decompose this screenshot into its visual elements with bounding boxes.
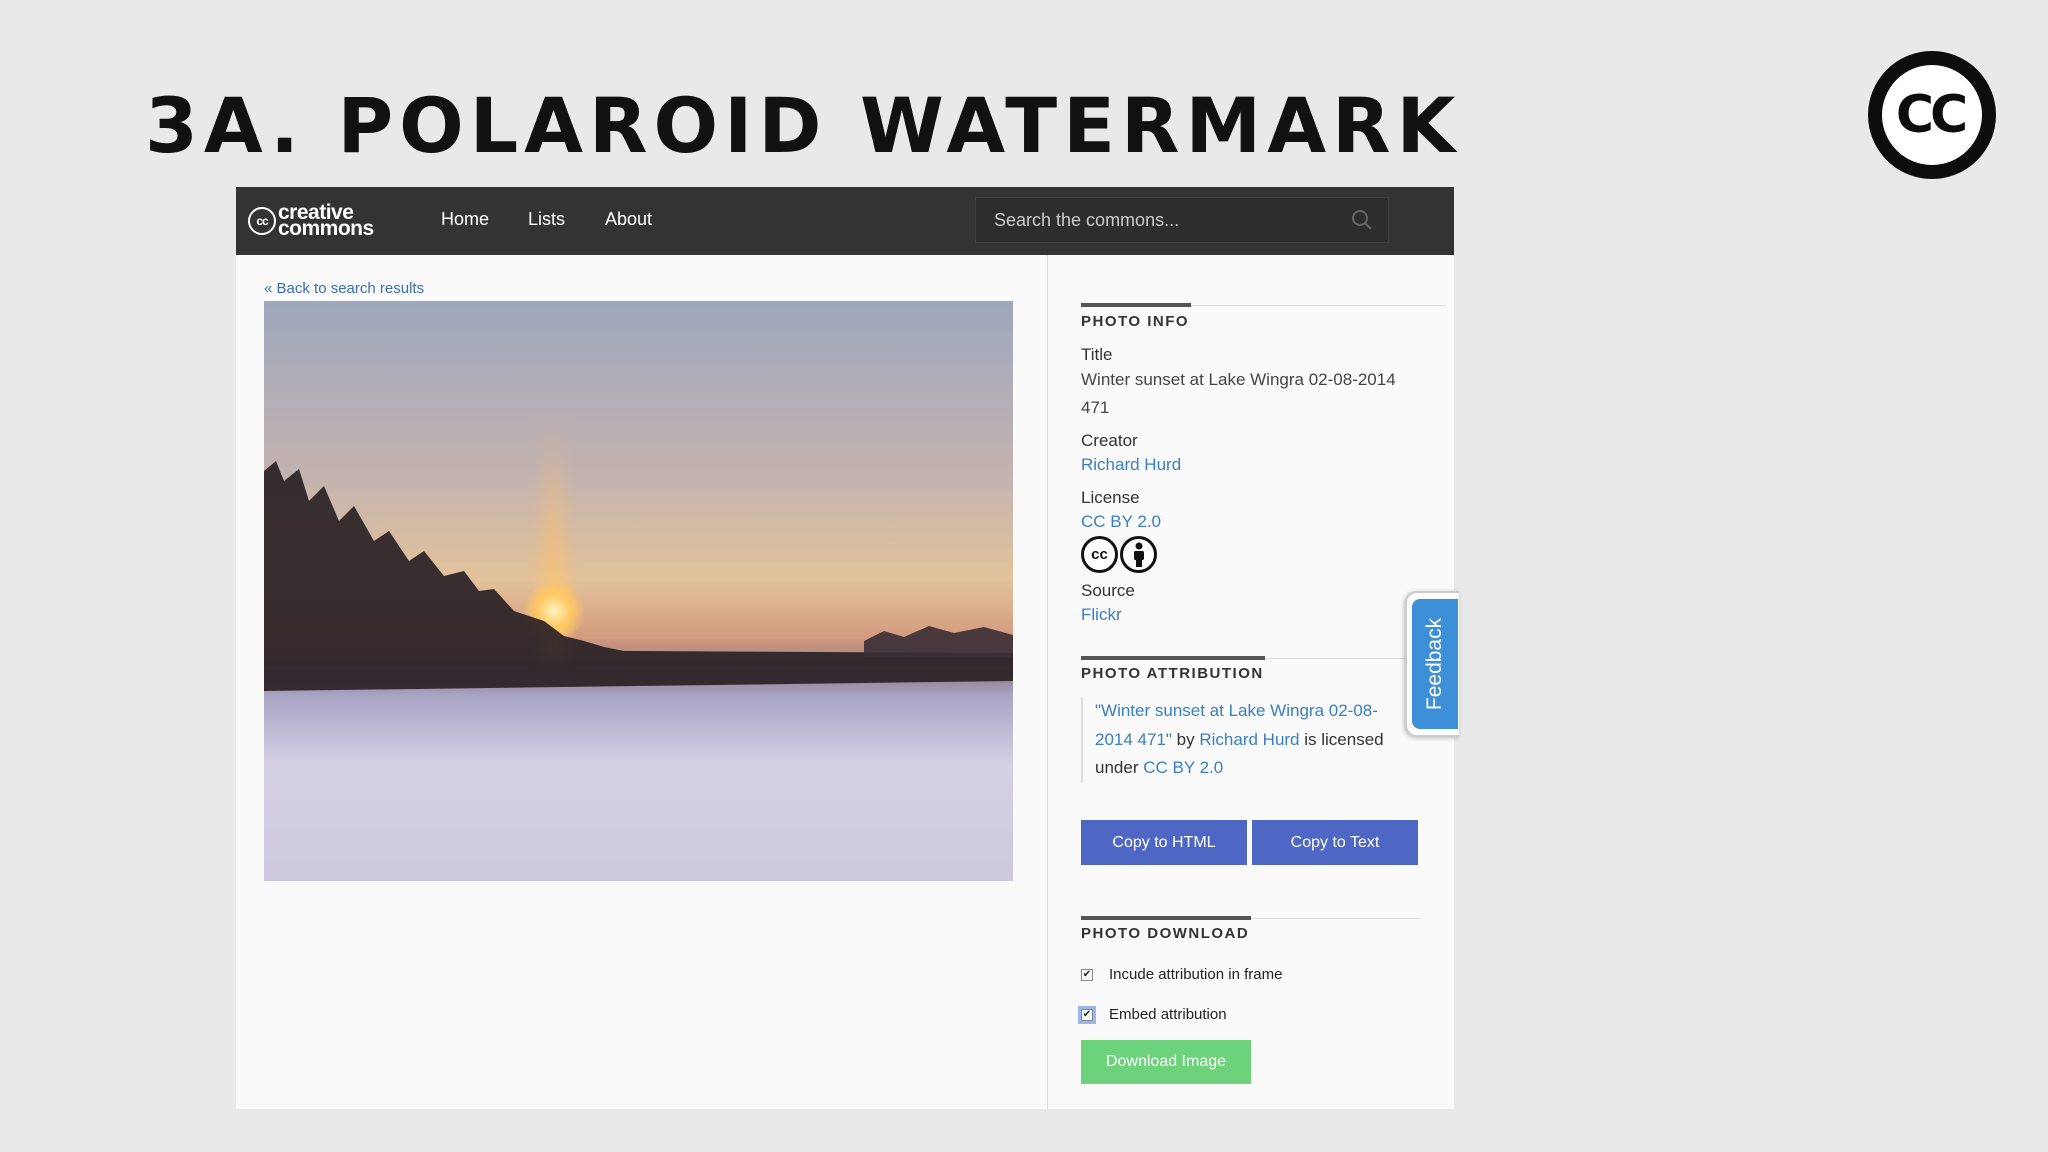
browser-viewport: cc creative commons Home Lists About « B… <box>236 187 1454 1109</box>
search-input[interactable] <box>976 198 1336 242</box>
by-attribution-icon <box>1120 536 1157 573</box>
back-to-results-link[interactable]: « Back to search results <box>264 280 424 297</box>
search-box <box>975 197 1389 243</box>
download-image-button[interactable]: Download Image <box>1081 1040 1251 1084</box>
embed-attribution-checkbox[interactable]: ✔ <box>1081 1008 1093 1021</box>
attribution-creator-link[interactable]: Richard Hurd <box>1199 730 1299 749</box>
photo-info-heading: PHOTO INFO <box>1081 313 1190 330</box>
include-attribution-label: Incude attribution in frame <box>1109 966 1283 983</box>
include-attribution-checkbox[interactable]: ✔ <box>1081 968 1093 981</box>
navbar: cc creative commons Home Lists About <box>236 187 1454 255</box>
photo-download-rule-accent <box>1081 916 1251 920</box>
creator-link[interactable]: Richard Hurd <box>1081 455 1181 475</box>
photo-download-heading: PHOTO DOWNLOAD <box>1081 925 1250 942</box>
nav-lists[interactable]: Lists <box>528 209 565 230</box>
photo-attribution-rule-accent <box>1081 656 1265 660</box>
creative-commons-brand[interactable]: cc creative commons <box>248 202 374 240</box>
attribution-license-link[interactable]: CC BY 2.0 <box>1143 758 1223 777</box>
cc-license-icon: cc <box>1081 536 1118 573</box>
embed-attribution-row: ✔ Embed attribution <box>1081 1006 1227 1023</box>
attribution-text: "Winter sunset at Lake Wingra 02-08-2014… <box>1081 697 1411 783</box>
embed-attribution-label: Embed attribution <box>1109 1006 1227 1023</box>
feedback-tab[interactable]: Feedback <box>1405 591 1459 737</box>
license-link[interactable]: CC BY 2.0 <box>1081 512 1161 532</box>
creator-label: Creator <box>1081 431 1138 450</box>
attribution-by-text: by <box>1171 729 1200 749</box>
search-icon[interactable] <box>1350 208 1374 232</box>
cc-logo: CC <box>1868 51 1996 179</box>
cc-brand-icon: cc <box>248 207 276 235</box>
slide-title: 3A. POLAROID WATERMARK <box>145 81 1462 170</box>
nav-home[interactable]: Home <box>441 209 489 230</box>
copy-html-button[interactable]: Copy to HTML <box>1081 820 1247 865</box>
source-label: Source <box>1081 581 1135 600</box>
photo-attribution-heading: PHOTO ATTRIBUTION <box>1081 665 1264 682</box>
feedback-label: Feedback <box>1423 617 1447 711</box>
brand-wordmark: creative commons <box>278 202 374 240</box>
source-link[interactable]: Flickr <box>1081 605 1122 625</box>
feedback-tab-inner: Feedback <box>1412 599 1458 729</box>
photo-preview <box>264 301 1013 881</box>
title-value: Winter sunset at Lake Wingra 02-08-2014 … <box>1081 370 1396 417</box>
treeline-silhouette <box>264 461 1013 691</box>
photo-info-rule-accent <box>1081 303 1191 307</box>
column-divider <box>1047 255 1048 1109</box>
title-label: Title <box>1081 345 1113 364</box>
cc-logo-text: CC <box>1895 85 1968 145</box>
copy-text-button[interactable]: Copy to Text <box>1252 820 1418 865</box>
include-attribution-row: ✔ Incude attribution in frame <box>1081 966 1282 983</box>
license-label: License <box>1081 488 1140 507</box>
nav-about[interactable]: About <box>605 209 652 230</box>
brand-line-2: commons <box>278 217 374 240</box>
license-icons: cc <box>1081 536 1157 573</box>
